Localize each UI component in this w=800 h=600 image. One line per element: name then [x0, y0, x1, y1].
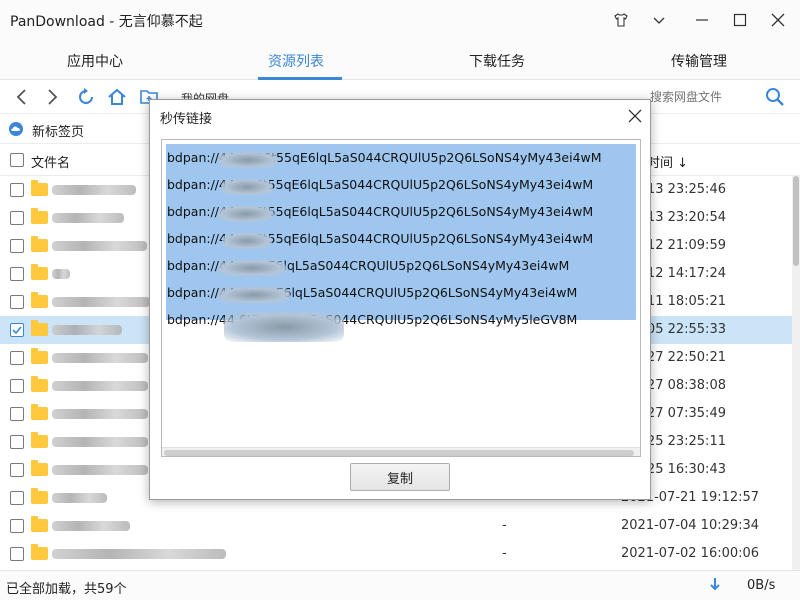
file-name-redacted — [52, 353, 148, 363]
row-checkbox[interactable] — [10, 379, 24, 393]
tab-resource-list[interactable]: 资源列表 — [268, 51, 324, 71]
row-checkbox[interactable] — [10, 519, 24, 533]
maximize-icon[interactable] — [727, 8, 753, 32]
file-name-redacted — [52, 325, 122, 335]
file-name-redacted — [52, 409, 148, 419]
folder-icon — [31, 404, 48, 420]
column-header-time[interactable]: 时间 ↓ — [647, 152, 688, 171]
rapid-link-dialog: 秒传链接 bdpan://44 it566t55qE6lqL5aS044CRQU… — [149, 99, 651, 500]
folder-icon — [31, 516, 48, 532]
file-name-redacted — [52, 381, 148, 391]
scrollbar-thumb[interactable] — [793, 176, 799, 266]
vertical-scrollbar[interactable] — [792, 176, 800, 570]
download-speed: 0B/s — [747, 578, 776, 593]
row-checkbox[interactable] — [10, 491, 24, 505]
row-checkbox[interactable] — [10, 435, 24, 449]
tab-download-tasks[interactable]: 下载任务 — [469, 51, 525, 71]
scrollbar-thumb[interactable] — [164, 450, 634, 456]
file-name-redacted — [52, 521, 130, 531]
file-name-redacted — [52, 465, 148, 475]
row-checkbox[interactable] — [10, 351, 24, 365]
redaction-blur — [221, 179, 273, 195]
copy-button[interactable]: 复制 — [350, 463, 450, 491]
folder-icon — [31, 432, 48, 448]
file-name-redacted — [52, 437, 148, 447]
file-name-redacted — [52, 493, 107, 503]
folder-icon — [31, 264, 48, 280]
file-date: 2021-07-02 16:00:06 — [621, 546, 760, 561]
horizontal-scrollbar[interactable] — [162, 447, 640, 456]
table-row[interactable]: - 2021-07-02 16:00:06 — [0, 540, 792, 568]
home-icon[interactable] — [105, 85, 129, 109]
app-title: PanDownload - 无言仰慕不起 — [10, 14, 203, 30]
bookmark-tab-label[interactable]: 新标签页 — [32, 121, 84, 140]
close-icon[interactable] — [765, 8, 791, 32]
back-icon[interactable] — [10, 85, 34, 109]
search-box — [642, 84, 792, 110]
folder-icon — [31, 292, 48, 308]
row-checkbox[interactable] — [10, 407, 24, 421]
dialog-title: 秒传链接 — [160, 112, 213, 127]
file-size: - — [502, 546, 507, 561]
redaction-blur — [218, 152, 278, 168]
folder-icon — [31, 544, 48, 560]
file-date: 2021-07-04 10:29:34 — [621, 518, 760, 533]
file-name-redacted — [52, 297, 150, 307]
link-text-area[interactable]: bdpan://44 it566t55qE6lqL5aS044CRQUlU5p2… — [161, 139, 641, 457]
search-input[interactable] — [642, 84, 762, 110]
file-name-redacted — [52, 213, 124, 223]
shirt-icon[interactable] — [608, 8, 634, 32]
row-checkbox[interactable] — [10, 239, 24, 253]
title-bar: PanDownload - 无言仰慕不起 — [0, 0, 800, 40]
search-icon[interactable] — [764, 86, 786, 108]
folder-icon — [31, 180, 48, 196]
redaction-blur — [222, 233, 272, 249]
folder-icon — [31, 488, 48, 504]
file-name-redacted — [52, 185, 136, 195]
minimize-icon[interactable] — [689, 8, 715, 32]
forward-icon[interactable] — [40, 85, 64, 109]
file-size: - — [502, 518, 507, 533]
row-checkbox[interactable] — [10, 267, 24, 281]
redaction-blur — [218, 206, 274, 222]
row-checkbox[interactable] — [10, 463, 24, 477]
download-arrow-icon — [708, 577, 722, 593]
file-name-redacted — [52, 549, 226, 559]
folder-icon — [31, 376, 48, 392]
redaction-blur — [224, 312, 344, 342]
select-all-checkbox[interactable] — [10, 153, 24, 167]
folder-icon — [31, 208, 48, 224]
chevron-down-icon[interactable] — [646, 8, 672, 32]
close-icon[interactable] — [625, 106, 645, 126]
column-header-name[interactable]: 文件名 — [31, 152, 70, 171]
folder-icon — [31, 460, 48, 476]
file-name-redacted — [52, 241, 147, 251]
row-checkbox-checked[interactable] — [10, 323, 24, 337]
row-checkbox[interactable] — [10, 295, 24, 309]
folder-icon — [31, 348, 48, 364]
redaction-blur — [218, 287, 290, 303]
row-checkbox[interactable] — [10, 211, 24, 225]
refresh-icon[interactable] — [74, 85, 98, 109]
status-bar: 已全部加载，共59个 0B/s — [0, 570, 800, 600]
row-checkbox[interactable] — [10, 547, 24, 561]
status-text: 已全部加载，共59个 — [6, 582, 127, 597]
tab-app-center[interactable]: 应用中心 — [67, 51, 123, 71]
folder-icon — [31, 320, 48, 336]
redaction-blur — [218, 260, 286, 276]
row-checkbox[interactable] — [10, 183, 24, 197]
tab-transfer-manage[interactable]: 传输管理 — [671, 51, 727, 71]
main-tabs: 应用中心 资源列表 下载任务 传输管理 — [0, 40, 800, 80]
cloud-icon — [7, 121, 25, 141]
folder-icon — [31, 236, 48, 252]
table-row[interactable]: - 2021-07-04 10:29:34 — [0, 512, 792, 540]
link-selection: bdpan://44 it566t55qE6lqL5aS044CRQUlU5p2… — [166, 144, 636, 342]
file-name-redacted — [52, 269, 70, 279]
